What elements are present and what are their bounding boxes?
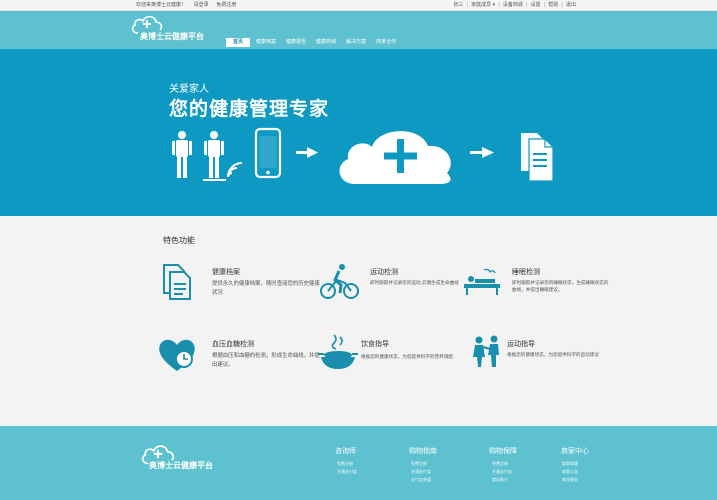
cyclist-icon bbox=[320, 264, 359, 299]
feature-description: 根据您的健康状态，为您提供科学的营养调配 bbox=[361, 355, 453, 360]
feature-description: 根据您的健康状态，为您提供科学的运动建议 bbox=[507, 353, 599, 358]
food-bowl-icon bbox=[318, 334, 358, 369]
footer-logo[interactable]: 奥博士云健康平台 bbox=[140, 441, 230, 475]
documents-icon bbox=[163, 264, 191, 300]
login-link[interactable]: 请登录 bbox=[194, 2, 209, 8]
blood-pressure-heart-icon bbox=[159, 339, 195, 371]
device-mall-link[interactable]: 设备商城 bbox=[500, 2, 526, 8]
footer-link[interactable]: 支付宝充值 bbox=[411, 476, 437, 484]
footer-column-heading: 咨询师 bbox=[335, 447, 356, 455]
logo-text: 奥博士云健康平台 bbox=[140, 32, 204, 41]
documents-icon bbox=[521, 133, 554, 182]
feature-description: 提供永久的健康档案，随时查阅您的历史健康状况 bbox=[212, 281, 320, 296]
feature-name: 运动检测 bbox=[370, 268, 398, 276]
user-name-link[interactable]: 张三 bbox=[450, 2, 466, 8]
footer: 奥博士云健康平台 咨询师 免费注册 开通支付宝 购物指南 免费注册 开通支付宝 … bbox=[0, 426, 717, 500]
footer-column-heading: 购物指南 bbox=[409, 447, 437, 455]
features-heading: 特色功能 bbox=[163, 236, 195, 245]
footer-column-merchant-center: 商家中心 商家联盟 商家公告 商业服务 bbox=[561, 446, 589, 484]
footer-link[interactable]: 商家联盟 bbox=[562, 460, 589, 468]
feature-description: 即时跟踪并记录您的睡眠状态，生成睡眠状态的曲线，并提出睡眠建议。 bbox=[512, 281, 609, 293]
top-bar-left: 欢迎来奥博士云健康！ 请登录 免费注册 bbox=[136, 0, 242, 11]
footer-column-heading: 购物保障 bbox=[489, 447, 517, 455]
feature-diet-guidance[interactable]: 饮食指导 根据您的健康状态，为您提供科学的营养调配 bbox=[318, 333, 468, 383]
footer-link[interactable]: 开通支付宝 bbox=[337, 468, 357, 476]
person-icon bbox=[204, 131, 224, 178]
feature-name: 睡眠检测 bbox=[512, 268, 540, 276]
footer-link[interactable]: 就自助行 bbox=[492, 476, 517, 484]
footer-column-consultant: 咨询师 免费注册 开通支付宝 bbox=[335, 446, 357, 476]
header: 奥博士云健康平台 首页 健康档案 健康报告 健康商城 解决方案 商家合作 bbox=[0, 11, 717, 49]
feature-health-records[interactable]: 健康档案 提供永久的健康档案，随时查阅您的历史健康状况 bbox=[162, 263, 320, 313]
family-members-dropdown[interactable]: 家庭成员 ▾ bbox=[468, 2, 498, 8]
nav-item-health-reports[interactable]: 健康报告 bbox=[282, 38, 310, 47]
feature-exercise-monitoring[interactable]: 运动检测 即时跟踪并记录您的运动,云端生成生命曲线 bbox=[320, 263, 470, 313]
top-bar: 欢迎来奥博士云健康！ 请登录 免费注册 张三 | 家庭成员 ▾ | 设备商城 | 设置 | 帮助… bbox=[0, 0, 717, 11]
footer-column-shopping-guide: 购物指南 免费注册 开通支付宝 支付宝充值 bbox=[409, 446, 437, 484]
help-link[interactable]: 帮助 bbox=[545, 2, 561, 8]
main-nav: 首页 健康档案 健康报告 健康商城 解决方案 商家合作 bbox=[226, 38, 402, 48]
person-icon bbox=[172, 131, 192, 178]
footer-link[interactable]: 商业服务 bbox=[562, 476, 589, 484]
footer-link[interactable]: 免费注册 bbox=[337, 460, 357, 468]
footer-column-heading: 商家中心 bbox=[561, 447, 589, 455]
wireless-scale-icon bbox=[203, 162, 243, 181]
nav-item-solutions[interactable]: 解决方案 bbox=[342, 38, 370, 47]
smartphone-icon bbox=[254, 127, 282, 179]
welcome-text: 欢迎来奥博士云健康！ bbox=[136, 2, 187, 8]
footer-link[interactable]: 开通支付宝 bbox=[492, 468, 517, 476]
feature-description: 根据血压和血糖的检测，形成生命曲线，并提出建议。 bbox=[212, 353, 320, 368]
nav-item-home[interactable]: 首页 bbox=[226, 38, 251, 47]
feature-exercise-guidance[interactable]: 运动指导 根据您的健康状态，为您提供科学的运动建议 bbox=[469, 335, 619, 385]
hero-banner: 关爱家人 您的健康管理专家 bbox=[0, 49, 717, 216]
arrow-right-icon bbox=[470, 147, 494, 158]
footer-column-shopping-protection: 购物保障 免费注册 开通支付宝 就自助行 bbox=[489, 446, 517, 484]
arrow-right-icon bbox=[296, 147, 318, 158]
feature-name: 健康档案 bbox=[212, 268, 240, 276]
banner-illustration bbox=[172, 127, 554, 184]
logout-link[interactable]: 退出 bbox=[563, 2, 579, 8]
feature-description: 即时跟踪并记录您的运动,云端生成生命曲线 bbox=[370, 281, 459, 286]
site-logo[interactable]: 奥博士云健康平台 bbox=[130, 14, 210, 46]
register-link[interactable]: 免费注册 bbox=[216, 2, 236, 8]
footer-link[interactable]: 开通支付宝 bbox=[411, 468, 437, 476]
settings-link[interactable]: 设置 bbox=[528, 2, 544, 8]
trainer-icon bbox=[473, 335, 499, 367]
feature-name: 饮食指导 bbox=[361, 340, 389, 348]
footer-link[interactable]: 免费注册 bbox=[411, 460, 437, 468]
feature-name: 血压血糖检测 bbox=[212, 340, 254, 348]
nav-item-partners[interactable]: 商家合作 bbox=[372, 38, 400, 47]
feature-name: 运动指导 bbox=[507, 340, 535, 348]
logo-text: 奥博士云健康平台 bbox=[149, 461, 213, 470]
feature-blood-pressure-sugar[interactable]: 血压血糖检测 根据血压和血糖的检测，形成生命曲线，并提出建议。 bbox=[157, 335, 320, 385]
nav-item-health-mall[interactable]: 健康商城 bbox=[312, 38, 340, 47]
sleeping-person-icon bbox=[464, 268, 500, 295]
nav-item-health-records[interactable]: 健康档案 bbox=[252, 38, 280, 47]
top-bar-right: 张三 | 家庭成员 ▾ | 设备商城 | 设置 | 帮助 | 退出 bbox=[450, 0, 579, 11]
feature-sleep-monitoring[interactable]: 睡眠检测 即时跟踪并记录您的睡眠状态，生成睡眠状态的曲线，并提出睡眠建议。 bbox=[462, 263, 612, 313]
footer-link[interactable]: 商家公告 bbox=[562, 468, 589, 476]
footer-link[interactable]: 免费注册 bbox=[492, 460, 517, 468]
cloud-plus-icon bbox=[339, 131, 451, 184]
